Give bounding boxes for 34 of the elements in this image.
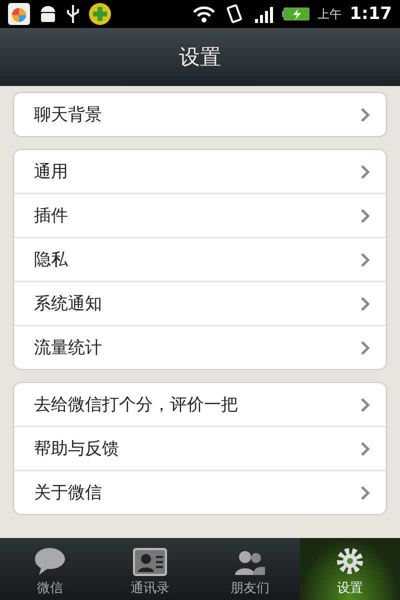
settings-item[interactable]: 聊天背景 <box>14 93 386 136</box>
settings-item[interactable]: 通用 <box>14 150 386 193</box>
tab[interactable]: 设置 <box>300 538 400 600</box>
screen-title: 设置 <box>179 44 221 71</box>
chevron-icon <box>361 108 370 122</box>
chevron-icon <box>361 486 370 500</box>
battery-icon <box>282 7 310 21</box>
chevron-icon <box>361 164 370 178</box>
settings-item[interactable]: 去给微信打个分，评价一把 <box>14 383 386 426</box>
settings-item[interactable]: 系统通知 <box>14 281 386 325</box>
gear-icon <box>335 546 365 576</box>
chevron-icon <box>361 442 370 456</box>
tab[interactable]: 微信 <box>0 538 100 600</box>
settings-item[interactable]: 插件 <box>14 193 386 237</box>
people-icon <box>233 548 267 576</box>
usb-icon <box>66 3 80 25</box>
chevron-icon <box>361 208 370 222</box>
chevron-icon <box>361 398 370 412</box>
app-store-icon <box>8 3 30 25</box>
chevron-icon <box>361 252 370 266</box>
tab[interactable]: 朋友们 <box>200 538 300 600</box>
chevron-icon <box>361 340 370 354</box>
settings-item[interactable]: 隐私 <box>14 237 386 281</box>
clock-time: 1:17 <box>350 4 392 24</box>
tab[interactable]: 通讯录 <box>100 538 200 600</box>
wifi-icon <box>192 4 216 24</box>
settings-item[interactable]: 流量统计 <box>14 325 386 369</box>
chevron-icon <box>361 296 370 310</box>
contact-card-icon <box>133 548 167 576</box>
settings-item[interactable]: 关于微信 <box>14 470 386 514</box>
speech-bubble-icon <box>33 546 67 576</box>
settings-item[interactable]: 帮助与反馈 <box>14 426 386 470</box>
time-period: 上午 <box>318 6 342 22</box>
signal-icon <box>254 5 274 23</box>
